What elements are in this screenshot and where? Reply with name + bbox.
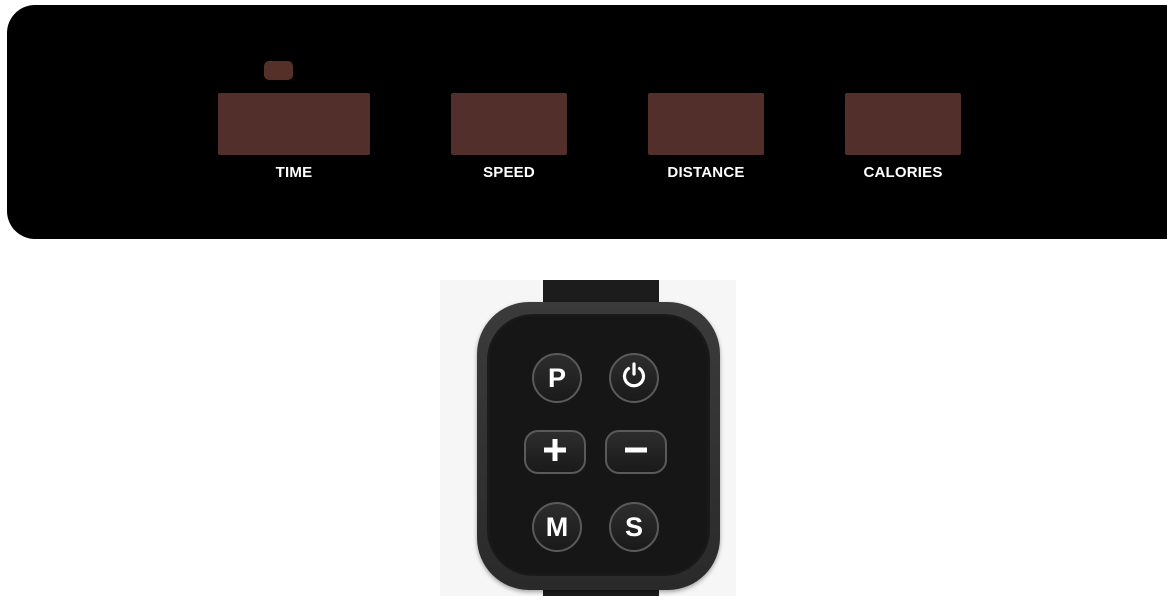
- mode-button-label: M: [545, 511, 569, 542]
- time-indicator-led: [264, 61, 293, 80]
- speed-display: [451, 93, 567, 155]
- speed-button-label: S: [624, 511, 643, 542]
- distance-display: [648, 93, 764, 155]
- time-label: TIME: [275, 164, 313, 181]
- power-icon: [619, 360, 649, 397]
- mode-button[interactable]: M: [532, 502, 582, 552]
- calories-label: CALORIES: [863, 164, 943, 181]
- time-display: [218, 93, 370, 155]
- speed-button[interactable]: S: [609, 502, 659, 552]
- remote-control: P M S: [440, 280, 736, 596]
- program-button-label: P: [547, 362, 566, 393]
- increase-button[interactable]: [524, 430, 586, 474]
- treadmill-ui: TIME SPEED DISTANCE CALORIES P M S: [0, 0, 1167, 596]
- remote-body: P M S: [477, 302, 720, 590]
- console-panel: TIME SPEED DISTANCE CALORIES: [7, 5, 1167, 239]
- plus-icon: [542, 437, 568, 468]
- calories-display: [845, 93, 961, 155]
- distance-label: DISTANCE: [667, 164, 745, 181]
- minus-icon: [623, 437, 649, 468]
- decrease-button[interactable]: [605, 430, 667, 474]
- speed-label: SPEED: [483, 164, 535, 181]
- remote-face: P M S: [487, 314, 710, 576]
- program-button[interactable]: P: [532, 353, 582, 403]
- power-button[interactable]: [609, 353, 659, 403]
